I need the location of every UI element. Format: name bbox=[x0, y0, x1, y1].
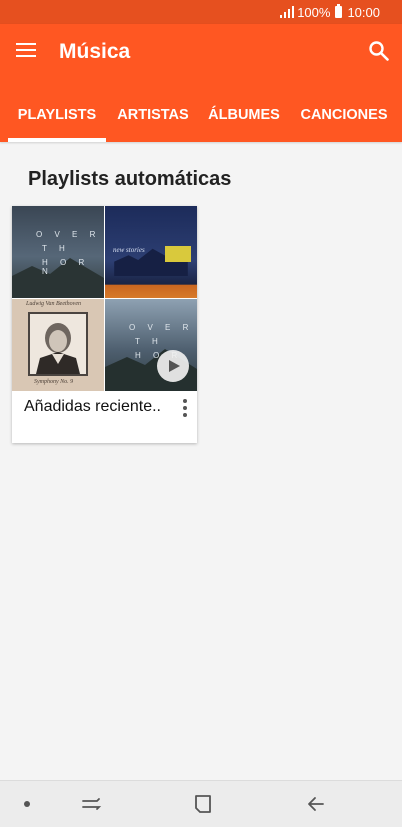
play-icon[interactable] bbox=[157, 350, 189, 382]
menu-icon[interactable] bbox=[16, 41, 38, 59]
cover-text: O V E R bbox=[129, 323, 194, 332]
tab-canciones[interactable]: CANCIONES bbox=[296, 100, 392, 142]
album-cover-2: new stories bbox=[105, 206, 197, 298]
cover-text: Symphony No. 9 bbox=[34, 379, 74, 385]
app-title: Música bbox=[59, 40, 131, 63]
tab-artistas[interactable]: ARTISTAS bbox=[110, 100, 196, 142]
more-vert-icon[interactable] bbox=[178, 398, 192, 418]
playlist-title: Añadidas reciente.. bbox=[24, 398, 161, 415]
nav-dot-icon[interactable] bbox=[24, 801, 30, 807]
cover-text: H O R N bbox=[42, 258, 90, 276]
tab-bar: PLAYLISTS ARTISTAS ÁLBUMES CANCIONES bbox=[0, 100, 402, 142]
cover-text: T H bbox=[42, 244, 70, 253]
back-icon[interactable] bbox=[304, 792, 328, 816]
album-cover-3: Ludwig Van Beethoven Symphony No. 9 bbox=[12, 299, 104, 391]
composer-portrait bbox=[28, 312, 88, 376]
search-icon[interactable] bbox=[368, 40, 390, 62]
cover-badge bbox=[165, 246, 191, 262]
cover-text: T H bbox=[135, 337, 163, 346]
album-cover-1: O V E R T H H O R N bbox=[12, 206, 104, 298]
cover-text: O V E R bbox=[36, 230, 101, 239]
battery-icon bbox=[335, 4, 343, 18]
playlist-card[interactable]: O V E R T H H O R N new stories Ludwig V… bbox=[12, 206, 197, 443]
home-icon[interactable] bbox=[191, 792, 215, 816]
app-bar: Música PLAYLISTS ARTISTAS ÁLBUMES CANCIO… bbox=[0, 24, 402, 142]
recent-apps-icon[interactable] bbox=[79, 792, 103, 816]
tab-playlists[interactable]: PLAYLISTS bbox=[8, 100, 106, 142]
section-title: Playlists automáticas bbox=[28, 168, 232, 190]
battery-percent: 100% bbox=[297, 4, 331, 20]
system-nav-bar bbox=[0, 780, 402, 827]
status-bar: 100% 10:00 bbox=[0, 0, 402, 24]
tab-albumes[interactable]: ÁLBUMES bbox=[204, 100, 284, 142]
status-time: 10:00 bbox=[347, 4, 380, 20]
signal-icon bbox=[280, 6, 295, 18]
cover-text: Ludwig Van Beethoven bbox=[26, 301, 81, 307]
cover-text: new stories bbox=[113, 246, 145, 254]
